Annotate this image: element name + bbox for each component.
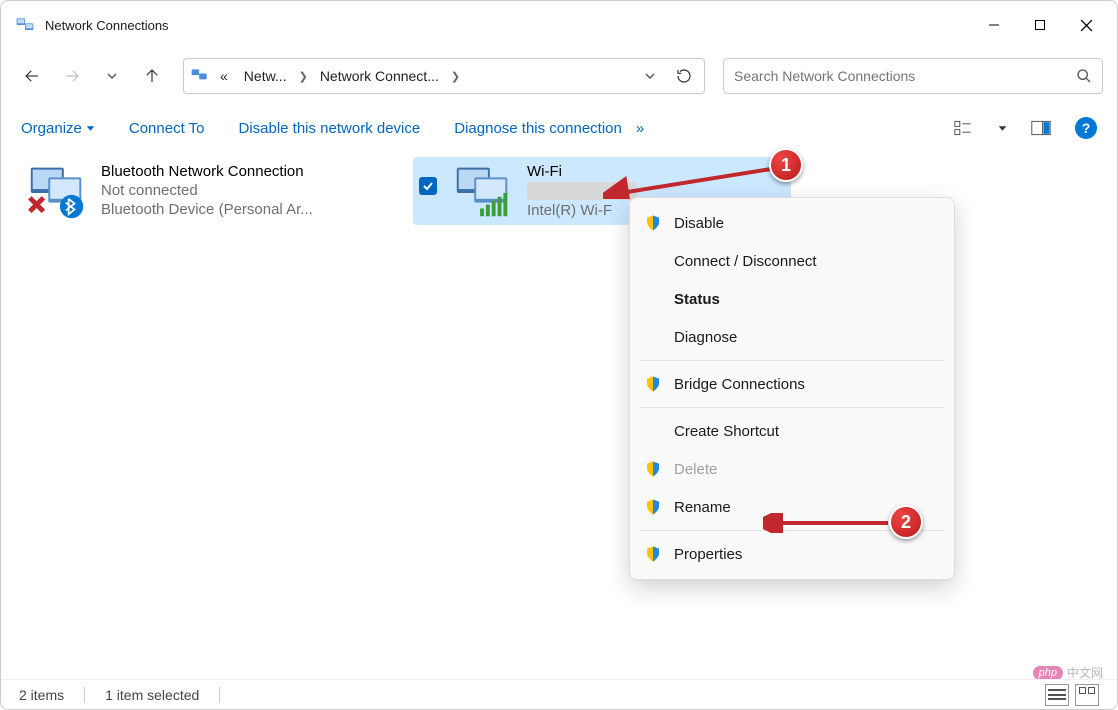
breadcrumb-item-network[interactable]: Netw... (238, 66, 293, 86)
separator (219, 687, 220, 703)
connect-to-button[interactable]: Connect To (129, 120, 205, 137)
chevron-down-icon (86, 124, 95, 133)
overflow-button[interactable]: » (636, 120, 644, 137)
chevron-down-icon[interactable] (998, 124, 1007, 133)
separator (640, 360, 944, 361)
back-button[interactable] (15, 59, 49, 93)
forward-button[interactable] (55, 59, 89, 93)
ctx-status[interactable]: Status (630, 280, 954, 318)
adapter-name: Wi-Fi (527, 163, 637, 180)
separator (640, 407, 944, 408)
refresh-button[interactable] (670, 62, 698, 90)
diagnose-connection-button[interactable]: Diagnose this connection (454, 120, 622, 137)
status-item-count: 2 items (19, 687, 64, 703)
navigation-row: « Netw... ❯ Network Connect... ❯ (1, 49, 1117, 103)
view-options-button[interactable] (952, 116, 976, 140)
shield-icon (644, 375, 662, 393)
bluetooth-adapter-icon (23, 161, 91, 221)
annotation-marker-2: 2 (889, 505, 923, 539)
status-selected-count: 1 item selected (105, 687, 199, 703)
shield-icon (644, 460, 662, 478)
preview-pane-button[interactable] (1029, 116, 1053, 140)
status-bar: 2 items 1 item selected (1, 679, 1117, 709)
annotation-marker-1: 1 (769, 148, 803, 182)
search-input[interactable] (734, 68, 1076, 84)
adapter-item-bluetooth[interactable]: Bluetooth Network Connection Not connect… (17, 157, 395, 225)
help-button[interactable]: ? (1075, 117, 1097, 139)
adapter-name: Bluetooth Network Connection (101, 163, 313, 180)
adapter-device: Intel(R) Wi-F (527, 202, 637, 219)
search-box[interactable] (723, 58, 1103, 94)
close-button[interactable] (1063, 9, 1109, 41)
chevron-right-icon[interactable]: ❯ (449, 70, 462, 83)
adapter-status: Not connected (101, 182, 313, 199)
ctx-diagnose[interactable]: Diagnose (630, 318, 954, 356)
title-bar: Network Connections (1, 1, 1117, 49)
up-button[interactable] (135, 59, 169, 93)
recent-dropdown-button[interactable] (95, 59, 129, 93)
ctx-disable[interactable]: Disable (630, 204, 954, 242)
window-title: Network Connections (45, 18, 971, 33)
breadcrumb-item-connections[interactable]: Network Connect... (314, 66, 445, 86)
large-icons-view-button[interactable] (1075, 684, 1099, 706)
adapter-device: Bluetooth Device (Personal Ar... (101, 201, 313, 218)
ctx-properties[interactable]: Properties (630, 535, 954, 573)
ctx-connect-disconnect[interactable]: Connect / Disconnect (630, 242, 954, 280)
address-folder-icon (190, 66, 210, 86)
search-icon[interactable] (1076, 68, 1092, 84)
separator (84, 687, 85, 703)
chevron-right-icon[interactable]: ❯ (297, 70, 310, 83)
adapter-status (527, 182, 637, 200)
maximize-button[interactable] (1017, 9, 1063, 41)
window-controls (971, 9, 1109, 41)
address-dropdown-button[interactable] (636, 62, 664, 90)
organize-menu[interactable]: Organize (21, 120, 95, 137)
ctx-bridge[interactable]: Bridge Connections (630, 365, 954, 403)
disable-device-button[interactable]: Disable this network device (238, 120, 420, 137)
wifi-adapter-icon (449, 161, 517, 221)
shield-icon (644, 498, 662, 516)
selection-checkbox[interactable] (419, 177, 437, 195)
ctx-create-shortcut[interactable]: Create Shortcut (630, 412, 954, 450)
command-bar: Organize Connect To Disable this network… (1, 103, 1117, 153)
ctx-delete: Delete (630, 450, 954, 488)
network-connections-icon (15, 15, 35, 35)
shield-icon (644, 214, 662, 232)
breadcrumb-root[interactable]: « (214, 66, 234, 86)
details-view-button[interactable] (1045, 684, 1069, 706)
minimize-button[interactable] (971, 9, 1017, 41)
shield-icon (644, 545, 662, 563)
address-bar[interactable]: « Netw... ❯ Network Connect... ❯ (183, 58, 705, 94)
